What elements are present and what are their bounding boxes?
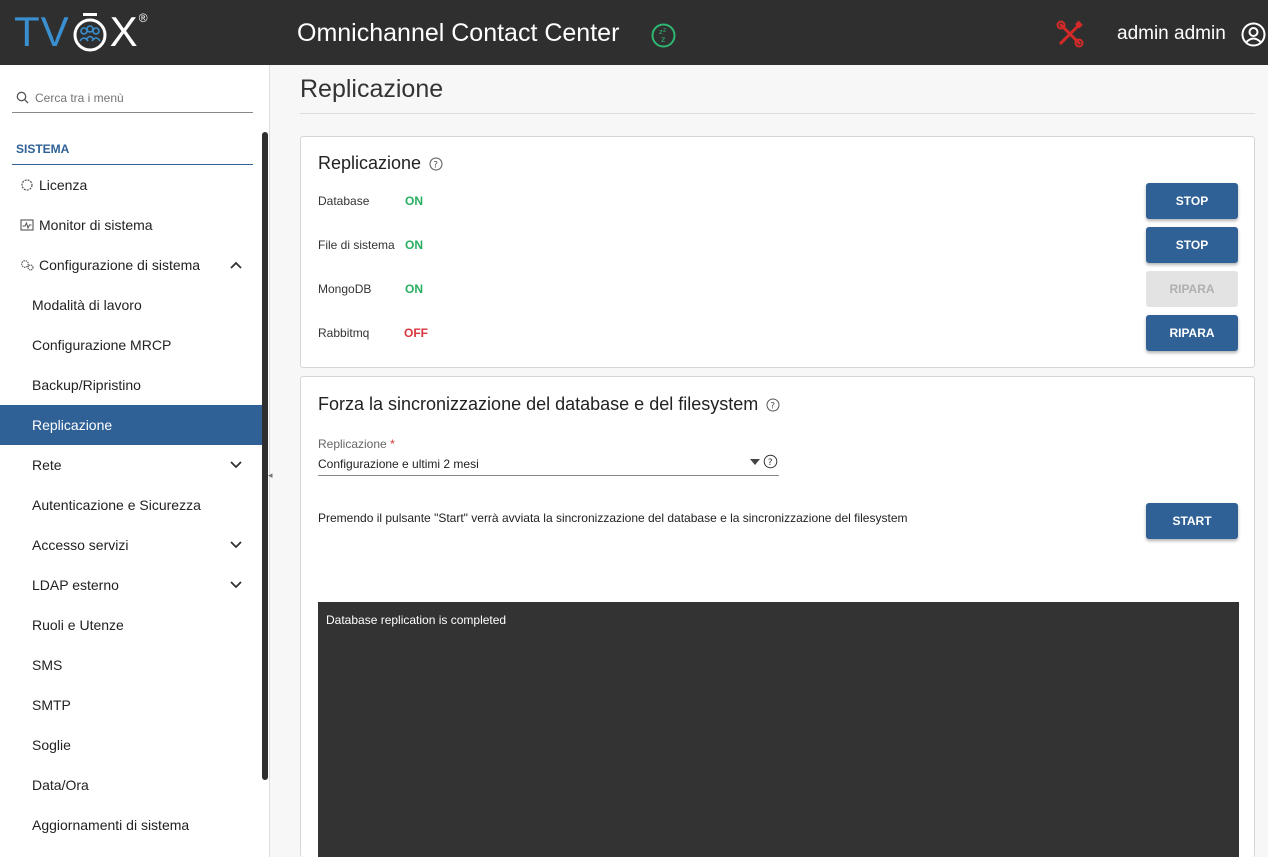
field-label-text: Replicazione bbox=[318, 437, 387, 451]
sync-console-output: Database replication is completed bbox=[318, 602, 1239, 857]
replication-select[interactable]: Configurazione e ultimi 2 mesi bbox=[318, 453, 779, 476]
start-button[interactable]: START bbox=[1146, 503, 1238, 539]
replication-row-label: Rabbitmq bbox=[318, 326, 370, 340]
sidebar-item-label: Monitor di sistema bbox=[39, 217, 153, 233]
replication-row-mongodb: MongoDB ON RIPARA bbox=[318, 271, 1238, 307]
sidebar-item-accesso-servizi[interactable]: Accesso servizi bbox=[0, 525, 263, 565]
sidebar-section-title: SISTEMA bbox=[12, 140, 253, 165]
svg-text:z: z bbox=[663, 27, 666, 34]
menu-search-input[interactable] bbox=[35, 90, 235, 105]
status-badge: OFF bbox=[404, 326, 428, 340]
sidebar-item-monitor[interactable]: Monitor di sistema bbox=[0, 205, 263, 245]
filesystem-stop-button[interactable]: STOP bbox=[1146, 227, 1238, 263]
database-stop-button[interactable]: STOP bbox=[1146, 183, 1238, 219]
svg-text:z: z bbox=[661, 35, 665, 44]
console-line: Database replication is completed bbox=[326, 613, 507, 627]
sidebar-item-label: Accesso servizi bbox=[32, 537, 129, 553]
help-icon[interactable]: ? bbox=[429, 157, 443, 171]
sidebar: SISTEMA Licenza Monitor di sistema Confi… bbox=[0, 65, 273, 857]
replication-row-rabbitmq: Rabbitmq OFF RIPARA bbox=[318, 315, 1238, 351]
mongodb-repair-button: RIPARA bbox=[1146, 271, 1238, 307]
replication-select-value: Configurazione e ultimi 2 mesi bbox=[318, 457, 479, 471]
sidebar-item-rete[interactable]: Rete bbox=[0, 445, 263, 485]
chevron-up-icon[interactable] bbox=[229, 258, 243, 272]
user-name[interactable]: admin admin bbox=[1117, 23, 1226, 45]
help-icon[interactable]: ? bbox=[766, 398, 780, 412]
replication-field-label: Replicazione * bbox=[318, 437, 395, 451]
rabbitmq-repair-button[interactable]: RIPARA bbox=[1146, 315, 1238, 351]
status-badge: ON bbox=[405, 282, 423, 296]
replication-row-label: MongoDB bbox=[318, 282, 372, 296]
sidebar-item-label: Ruoli e Utenze bbox=[32, 617, 124, 633]
dropdown-caret-icon[interactable] bbox=[750, 458, 760, 466]
replication-row-label: File di sistema bbox=[318, 238, 395, 252]
sidebar-item-label: Licenza bbox=[39, 177, 88, 193]
replication-row-label: Database bbox=[318, 194, 370, 208]
sync-card: Forza la sincronizzazione del database e… bbox=[300, 376, 1255, 857]
replication-card-title: Replicazione ? bbox=[318, 153, 443, 174]
sidebar-item-ruoli[interactable]: Ruoli e Utenze bbox=[0, 605, 263, 645]
status-badge: ON bbox=[405, 194, 423, 208]
replication-card: Replicazione ? Database ON STOP File di … bbox=[300, 136, 1255, 368]
sidebar-item-autenticazione[interactable]: Autenticazione e Sicurezza bbox=[0, 485, 263, 525]
gear-icon bbox=[21, 179, 33, 191]
sidebar-item-label: Soglie bbox=[32, 737, 71, 753]
sidebar-item-licenza[interactable]: Licenza bbox=[0, 165, 263, 205]
page-title: Replicazione bbox=[300, 75, 444, 103]
sidebar-item-label: Aggiornamenti di sistema bbox=[32, 817, 190, 833]
sidebar-item-label: Modalità di lavoro bbox=[32, 297, 142, 313]
sidebar-item-label: Autenticazione e Sicurezza bbox=[32, 497, 201, 513]
sidebar-item-configurazione-sistema[interactable]: Configurazione di sistema bbox=[0, 245, 263, 285]
search-icon bbox=[16, 91, 29, 104]
sidebar-item-label: Rete bbox=[32, 457, 62, 473]
sidebar-item-label: Backup/Ripristino bbox=[32, 377, 141, 393]
sidebar-collapse-handle[interactable]: ◂ bbox=[268, 470, 273, 481]
sync-info-text: Premendo il pulsante "Start" verrà avvia… bbox=[318, 511, 908, 525]
sidebar-item-label: SMS bbox=[32, 657, 63, 673]
menu-search bbox=[12, 83, 253, 113]
svg-text:?: ? bbox=[433, 160, 438, 170]
sidebar-item-label: SMTP bbox=[32, 697, 71, 713]
logo-o-icon bbox=[73, 13, 107, 52]
sync-card-title-text: Forza la sincronizzazione del database e… bbox=[318, 394, 759, 414]
user-icon[interactable] bbox=[1241, 22, 1266, 47]
gears-icon bbox=[21, 260, 34, 271]
status-badge: ON bbox=[405, 238, 423, 252]
replication-card-title-text: Replicazione bbox=[318, 153, 422, 173]
sleep-status-icon[interactable]: z z z bbox=[651, 23, 676, 48]
tools-icon[interactable] bbox=[1056, 20, 1084, 48]
help-icon[interactable]: ? bbox=[763, 454, 778, 469]
sidebar-item-modalita-lavoro[interactable]: Modalità di lavoro bbox=[0, 285, 263, 325]
replication-row-database: Database ON STOP bbox=[318, 183, 1238, 219]
chevron-down-icon[interactable] bbox=[229, 578, 243, 592]
monitor-icon bbox=[20, 219, 34, 231]
top-bar: TV X ® Omnichannel Contact Center z z z a… bbox=[0, 0, 1268, 65]
tvox-logo[interactable]: TV X ® bbox=[14, 8, 149, 55]
chevron-down-icon[interactable] bbox=[229, 538, 243, 552]
sidebar-item-smtp[interactable]: SMTP bbox=[0, 685, 263, 725]
chevron-down-icon[interactable] bbox=[229, 458, 243, 472]
replication-row-filesystem: File di sistema ON STOP bbox=[318, 227, 1238, 263]
svg-text:?: ? bbox=[768, 458, 773, 468]
sidebar-item-label: Configurazione MRCP bbox=[32, 337, 172, 353]
sidebar-item-data-ora[interactable]: Data/Ora bbox=[0, 765, 263, 805]
sidebar-item-label: Replicazione bbox=[32, 417, 113, 433]
sidebar-item-label: Configurazione di sistema bbox=[39, 257, 201, 273]
title-divider bbox=[300, 113, 1255, 114]
required-mark: * bbox=[390, 437, 395, 451]
svg-text:?: ? bbox=[771, 401, 776, 411]
sidebar-item-label: Data/Ora bbox=[32, 777, 89, 793]
sidebar-item-mrcp[interactable]: Configurazione MRCP bbox=[0, 325, 263, 365]
sidebar-item-soglie[interactable]: Soglie bbox=[0, 725, 263, 765]
sidebar-item-aggiornamenti[interactable]: Aggiornamenti di sistema bbox=[0, 805, 263, 845]
sidebar-item-label: LDAP esterno bbox=[32, 577, 119, 593]
sidebar-item-sms[interactable]: SMS bbox=[0, 645, 263, 685]
sidebar-item-backup[interactable]: Backup/Ripristino bbox=[0, 365, 263, 405]
sidebar-item-replicazione[interactable]: Replicazione bbox=[0, 405, 263, 445]
app-title: Omnichannel Contact Center bbox=[297, 19, 620, 47]
sync-card-title: Forza la sincronizzazione del database e… bbox=[318, 394, 780, 415]
sidebar-item-ldap[interactable]: LDAP esterno bbox=[0, 565, 263, 605]
sidebar-scrollbar[interactable] bbox=[262, 132, 268, 780]
